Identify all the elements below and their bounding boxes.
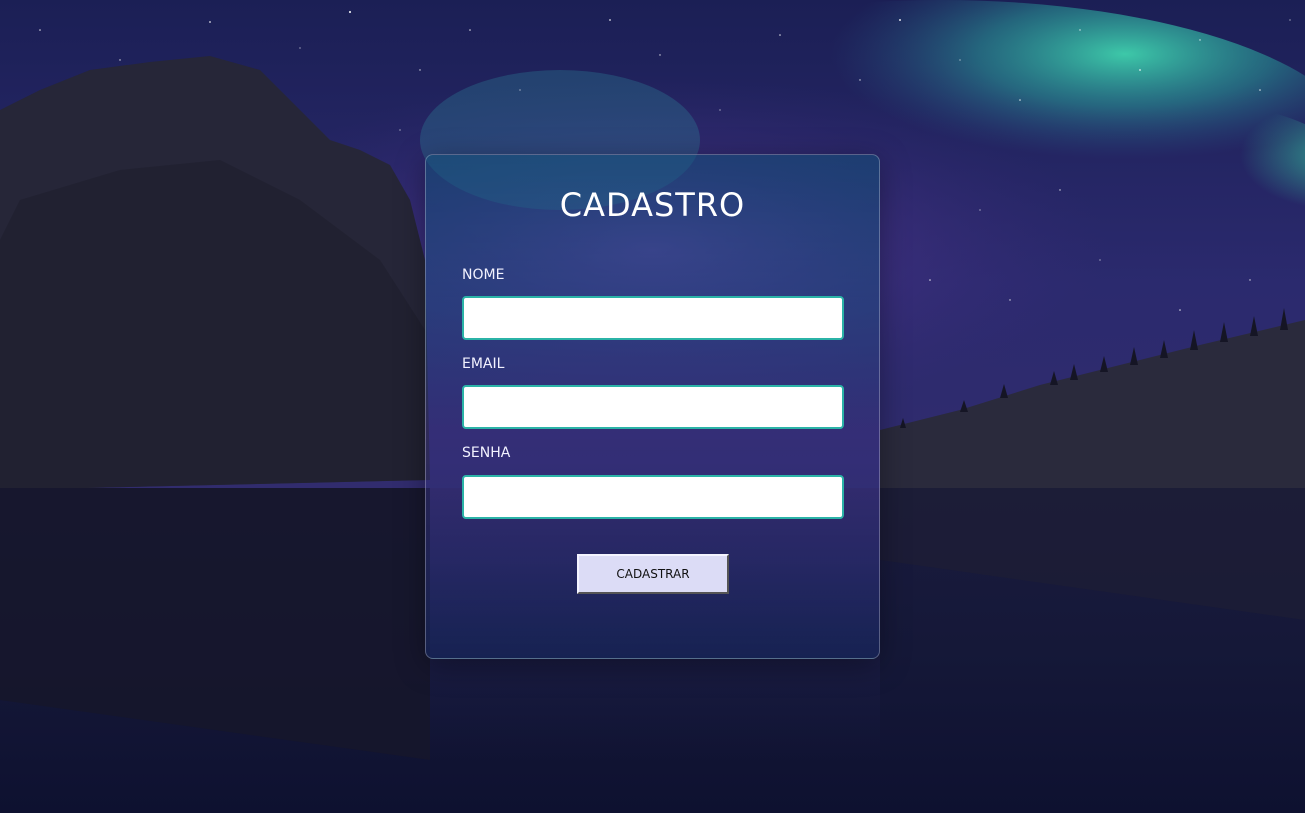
password-label: SENHA xyxy=(462,445,511,461)
name-input[interactable] xyxy=(462,296,844,340)
password-input[interactable] xyxy=(462,475,844,519)
name-label: NOME xyxy=(462,267,505,283)
form-title: CADASTRO xyxy=(559,186,746,224)
email-label: EMAIL xyxy=(462,356,505,372)
registration-form: CADASTRO NOME EMAIL SENHA CADASTRAR xyxy=(425,154,880,659)
register-button[interactable]: CADASTRAR xyxy=(577,554,729,594)
page-background: CADASTRO NOME EMAIL SENHA CADASTRAR xyxy=(0,0,1305,813)
email-input[interactable] xyxy=(462,385,844,429)
